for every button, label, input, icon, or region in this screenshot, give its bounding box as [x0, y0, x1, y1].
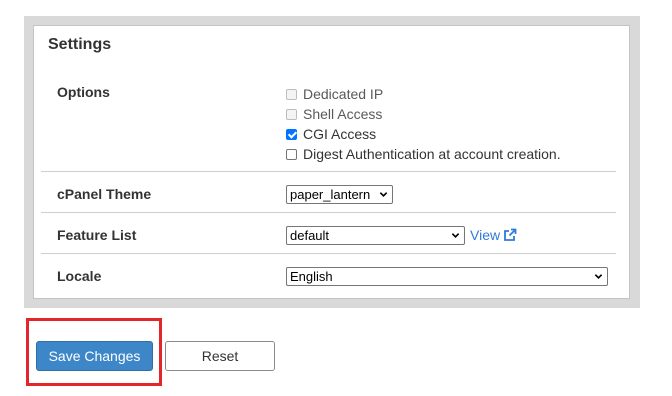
save-changes-button[interactable]: Save Changes — [36, 341, 153, 371]
reset-button[interactable]: Reset — [165, 341, 275, 371]
cgi-access-checkbox[interactable] — [286, 128, 297, 140]
view-feature-list-link[interactable]: View — [470, 227, 517, 243]
shell-access-option: Shell Access — [286, 105, 382, 123]
cpanel-theme-label: cPanel Theme — [57, 186, 152, 202]
feature-list-select[interactable]: default — [286, 226, 465, 245]
locale-select[interactable]: English — [286, 267, 608, 286]
feature-list-label: Feature List — [57, 227, 137, 243]
view-link-label: View — [470, 227, 501, 243]
feature-list-value: default — [290, 228, 330, 243]
dedicated-ip-label: Dedicated IP — [303, 86, 384, 102]
shell-access-checkbox[interactable] — [286, 108, 297, 120]
locale-label: Locale — [57, 268, 102, 284]
cgi-access-label[interactable]: CGI Access — [303, 126, 376, 142]
cgi-access-option: CGI Access — [286, 125, 376, 143]
chevron-down-icon — [451, 233, 460, 238]
settings-title: Settings — [48, 36, 112, 53]
dedicated-ip-option: Dedicated IP — [286, 85, 383, 103]
dedicated-ip-checkbox[interactable] — [286, 88, 297, 100]
chevron-down-icon — [594, 274, 603, 279]
row-divider — [41, 253, 616, 254]
row-divider — [41, 212, 616, 213]
shell-access-label: Shell Access — [303, 106, 383, 122]
options-label: Options — [57, 84, 110, 100]
cpanel-theme-value: paper_lantern — [290, 187, 371, 202]
digest-auth-label[interactable]: Digest Authentication at account creatio… — [303, 146, 561, 162]
digest-auth-option: Digest Authentication at account creatio… — [286, 145, 561, 163]
digest-auth-checkbox[interactable] — [286, 148, 297, 160]
external-link-icon — [504, 228, 517, 241]
row-divider — [41, 171, 616, 172]
cpanel-theme-select[interactable]: paper_lantern — [286, 185, 393, 204]
locale-value: English — [290, 269, 333, 284]
chevron-down-icon — [379, 192, 388, 197]
